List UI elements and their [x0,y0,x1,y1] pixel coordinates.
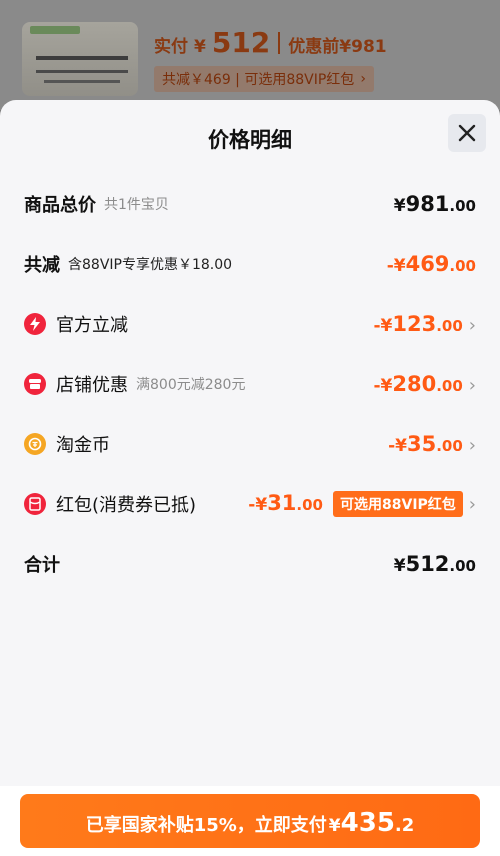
store-discount-label: 店铺优惠 [56,375,128,396]
row-tao-coins[interactable]: 淘金币 -¥35.00 › [24,429,476,459]
paid-label: 实付 [154,37,188,57]
total-goods-label: 商品总价 [24,195,96,216]
total-reduction-label: 共减 [24,255,60,276]
paid-amount: 512 [211,26,271,59]
store-icon [24,373,46,395]
product-header-dimmed: 实付 ¥ 512 优惠前¥981 共减￥469 | 可选用88VIP红包 › [0,0,500,110]
row-total-reduction: 共减 含88VIP专享优惠￥18.00 -¥469.00 [24,249,476,279]
total-goods-count: 共1件宝贝 [104,197,169,213]
pay-amount-int: 435 [340,808,395,838]
close-icon [458,124,476,142]
chevron-right-icon: › [468,494,476,515]
discount-summary-pill[interactable]: 共减￥469 | 可选用88VIP红包 › [154,66,374,92]
sheet-title: 价格明细 [208,128,292,152]
tao-coins-amount: -¥35.00 [388,432,463,456]
store-discount-amount: -¥280.00 [373,372,463,396]
row-store-discount[interactable]: 店铺优惠 满800元减280元 -¥280.00 › [24,369,476,399]
discount-summary-text: 共减￥469 | 可选用88VIP红包 [162,72,355,88]
chevron-right-icon: › [360,71,366,87]
pay-button-text: 已享国家补贴15%，立即支付 [85,815,327,836]
store-discount-rule: 满800元减280元 [136,377,246,393]
official-discount-label: 官方立减 [56,315,128,336]
red-packet-amount: -¥31.00 [248,491,323,515]
close-button[interactable] [448,114,486,152]
footer-bar: 已享国家补贴15%，立即支付 ¥ 435 .2 [0,786,500,856]
coin-icon [24,433,46,455]
pay-currency: ¥ [328,816,341,836]
tao-coins-label: 淘金币 [56,435,110,456]
official-discount-amount: -¥123.00 [373,312,463,336]
row-red-packet[interactable]: 红包(消费券已抵) -¥31.00 可选用88VIP红包 › [24,489,476,519]
chevron-right-icon: › [468,375,476,396]
row-total-goods: 商品总价 共1件宝贝 ¥981.00 [24,189,476,219]
red-packet-icon [24,493,46,515]
before-discount-price: 优惠前¥981 [288,37,387,57]
pay-amount-dec: .2 [394,815,415,836]
product-thumbnail [22,22,138,96]
row-official-discount[interactable]: 官方立减 -¥123.00 › [24,309,476,339]
paid-currency: ¥ [194,37,206,57]
total-label: 合计 [24,555,60,576]
total-amount: ¥512.00 [393,552,476,576]
pay-now-button[interactable]: 已享国家补贴15%，立即支付 ¥ 435 .2 [20,794,480,848]
chevron-right-icon: › [468,315,476,336]
paid-price-line: 实付 ¥ 512 优惠前¥981 [154,26,387,59]
chevron-right-icon: › [468,435,476,456]
vip-discount-note: 含88VIP专享优惠￥18.00 [68,257,233,273]
total-goods-amount: ¥981.00 [393,192,476,216]
red-packet-label: 红包(消费券已抵) [56,495,197,516]
total-reduction-amount: -¥469.00 [386,252,476,276]
lightning-icon [24,313,46,335]
row-total: 合计 ¥512.00 [24,549,476,579]
vip-red-packet-tag[interactable]: 可选用88VIP红包 [333,491,463,517]
price-detail-sheet: 价格明细 商品总价 共1件宝贝 ¥981.00 共减 含88VIP专享优惠￥18… [0,100,500,856]
